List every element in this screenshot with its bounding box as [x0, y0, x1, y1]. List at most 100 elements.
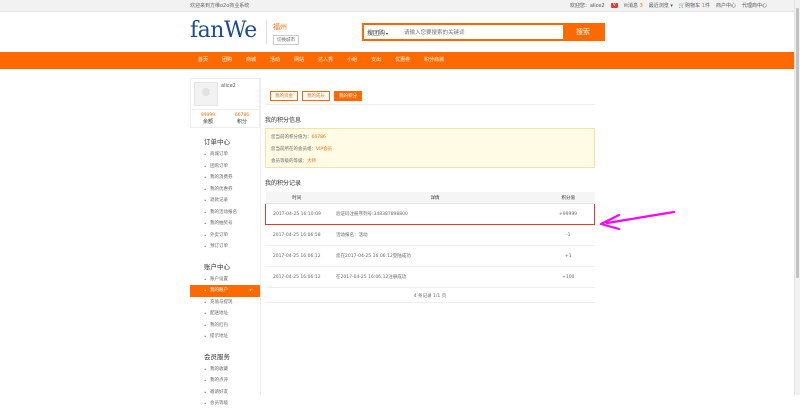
nav-item-home[interactable]: 首页	[190, 52, 215, 69]
sidebar-item-refunds[interactable]: 退款记录	[190, 195, 260, 207]
sidebar-item-member-level[interactable]: 会员等级	[190, 398, 260, 410]
balance-summary: 99999 余额 66786 积分	[190, 110, 260, 128]
pagination: 4 条记录 1/1 页	[265, 292, 595, 303]
table-row: 2017-04-25 16:06:58 活动报名：活动 -1	[265, 224, 595, 246]
site-header: fanWe 福州 切换城市 搜团购▾ 搜索	[0, 12, 795, 50]
nav-item-pay[interactable]: 支出	[364, 52, 388, 69]
top-bar-links: 欢迎您：alice2 V ✉消息 3 最近浏览 ▾ 🛒购物车 1件 商户中心 代…	[570, 2, 767, 9]
menu-title-orders: 订单中心	[204, 138, 230, 146]
sidebar-item-event-signups[interactable]: 我的活动报名	[190, 207, 260, 219]
account-tabs: 我的资金 我的成长 我的积分	[265, 91, 595, 101]
points-label: 积分	[236, 119, 247, 125]
nav-item-mall[interactable]: 商城	[239, 52, 263, 69]
sidebar-item-lottery[interactable]: 我的抽奖号	[190, 218, 260, 230]
arrow-shaft	[605, 210, 676, 225]
menu-title-account: 账户中心	[204, 262, 230, 271]
cell-time: 2017-04-25 16:10:09	[265, 203, 328, 225]
nav-item-tuan[interactable]: 团购	[215, 52, 239, 69]
tab-my-points[interactable]: 我的积分	[334, 91, 362, 101]
nav-item-experts[interactable]: 达人秀	[311, 52, 340, 69]
sidebar-item-invite[interactable]: 邀请好友	[190, 387, 260, 399]
site-logo[interactable]: fanWe	[190, 18, 257, 43]
table-header-row: 时间 详情 积分值	[265, 192, 595, 204]
points-info-box: 您当前的积分值为：66786 您当前所在的会员组：VIP会员 会员等级的等级：大…	[265, 128, 595, 168]
nav-item-site[interactable]: 网站	[287, 52, 311, 69]
column-header-detail: 详情	[328, 192, 542, 204]
avatar[interactable]	[194, 82, 218, 106]
city-name: 福州	[273, 23, 287, 31]
sidebar-item-recharge[interactable]: 充值与提现	[190, 297, 260, 309]
main-content: 我的资金 我的成长 我的积分 我的积分信息 您当前的积分值为：66786 您当前…	[265, 78, 595, 303]
scrollbar-thumb[interactable]	[796, 8, 799, 278]
info-row-points: 您当前的积分值为：66786	[271, 135, 326, 140]
sidebar-item-addresses[interactable]: 配送地址	[190, 308, 260, 320]
balance-value: 99999	[200, 113, 216, 118]
cell-points: +1	[542, 245, 595, 267]
cart-link[interactable]: 🛒购物车 1件	[679, 2, 710, 9]
nav-item-coupons[interactable]: 优惠券	[388, 52, 417, 69]
recent-link[interactable]: 最近浏览 ▾	[649, 2, 673, 9]
menu-group-account: 账户中心 账户设置 我的账户 充值与提现 配送地址 我的红包 提示地址	[190, 255, 260, 343]
table-row: 2017-04-25 16:06:12 您在2017-04-25 16:06:1…	[265, 245, 595, 267]
cell-detail: 活动报名：活动	[328, 224, 542, 246]
city-selector: 福州 切换城市	[273, 22, 299, 45]
sidebar-item-takeout[interactable]: 外卖订单	[190, 230, 260, 242]
points-info-title: 我的积分信息	[265, 117, 302, 124]
nav-item-events[interactable]: 活动	[263, 52, 287, 69]
balance-cell: 99999 余额	[191, 110, 225, 127]
sidebar-item-reviews[interactable]: 我的点评	[190, 375, 260, 387]
page-scrollbar[interactable]	[794, 0, 800, 395]
balance-label: 余额	[202, 119, 213, 125]
tab-my-funds[interactable]: 我的资金	[270, 91, 298, 101]
sidebar-item-settings[interactable]: 账户设置	[190, 274, 260, 286]
annotation-arrow	[599, 210, 676, 231]
chevron-down-icon: ▾	[386, 31, 389, 36]
cell-detail: 您在2017-04-25 16:06:12登陆成功	[328, 245, 542, 267]
sidebar-item-favorites[interactable]: 我的收藏	[190, 364, 260, 376]
top-bar: 欢迎来到方维o2o商业系统 欢迎您：alice2 V ✉消息 3 最近浏览 ▾ …	[0, 0, 795, 12]
cell-time: 2017-04-25 16:06:12	[265, 245, 328, 267]
tab-my-growth[interactable]: 我的成长	[302, 91, 330, 101]
points-records-table: 时间 详情 积分值 2017-04-25 16:10:09 验证码注册序列号:3…	[265, 192, 595, 288]
user-icon	[202, 88, 210, 96]
cell-detail: 在2017-04-25 16:06:12注册成功	[328, 266, 542, 288]
menu-group-member: 会员服务 我的收藏 我的点评 邀请好友 会员等级	[190, 345, 260, 410]
sidebar-item-vouchers[interactable]: 我的消费券	[190, 172, 260, 184]
sidebar-item-my-account[interactable]: 我的账户	[190, 285, 260, 297]
profile-card: alice2	[190, 78, 260, 110]
sidebar-item-notify-address[interactable]: 提示地址	[190, 331, 260, 343]
switch-city-button[interactable]: 切换城市	[273, 35, 299, 45]
sidebar-item-red-packets[interactable]: 我的红包	[190, 320, 260, 332]
cell-points: +99999	[542, 203, 595, 225]
search-button[interactable]: 搜索	[563, 25, 603, 39]
column-header-points: 积分值	[542, 192, 595, 204]
sidebar-item-reservations[interactable]: 预订订单	[190, 241, 260, 253]
table-row-highlighted: 2017-04-25 16:10:09 验证码注册序列号:34838789880…	[265, 203, 595, 225]
points-value: 66786	[234, 113, 250, 118]
agent-center-link[interactable]: 代理商中心	[742, 2, 767, 9]
menu-group-orders: 订单中心 商城订单 团购订单 我的消费券 我的优惠券 退款记录 我的活动报名 我…	[190, 130, 260, 253]
sidebar-item-mall-orders[interactable]: 商城订单	[190, 149, 260, 161]
points-records-title: 我的积分记录	[265, 180, 302, 187]
seller-center-link[interactable]: 商户中心	[716, 2, 736, 9]
menu-title-member: 会员服务	[204, 352, 230, 361]
info-row-member-group: 您当前所在的会员组：VIP会员	[271, 147, 333, 152]
nav-item-points-mall[interactable]: 积分商城	[417, 52, 451, 69]
user-greeting[interactable]: 欢迎您：alice2	[570, 2, 605, 9]
search-input[interactable]	[402, 27, 566, 39]
nav-item-groups[interactable]: 小组	[340, 52, 364, 69]
account-sidebar: alice2 99999余额 66786积分 订单中心 商城订单 团购订单 我的…	[190, 78, 260, 410]
chevron-down-icon: ▾	[670, 3, 673, 9]
sidebar-item-tuan-orders[interactable]: 团购订单	[190, 161, 260, 173]
messages-link[interactable]: ✉消息 3	[624, 2, 643, 9]
search-type-select[interactable]: 搜团购▾	[367, 28, 388, 37]
sidebar-item-coupons[interactable]: 我的优惠券	[190, 184, 260, 196]
info-row-level: 会员等级的等级：大师	[271, 159, 316, 164]
cell-time: 2017-04-25 16:06:12	[265, 266, 328, 288]
logo-divider	[266, 20, 267, 44]
search-bar: 搜团购▾ 搜索	[362, 23, 605, 41]
sidebar-username: alice2	[221, 83, 236, 89]
sidebar-divider	[260, 78, 261, 395]
tabs-divider	[265, 104, 595, 105]
cell-time: 2017-04-25 16:06:58	[265, 224, 328, 246]
